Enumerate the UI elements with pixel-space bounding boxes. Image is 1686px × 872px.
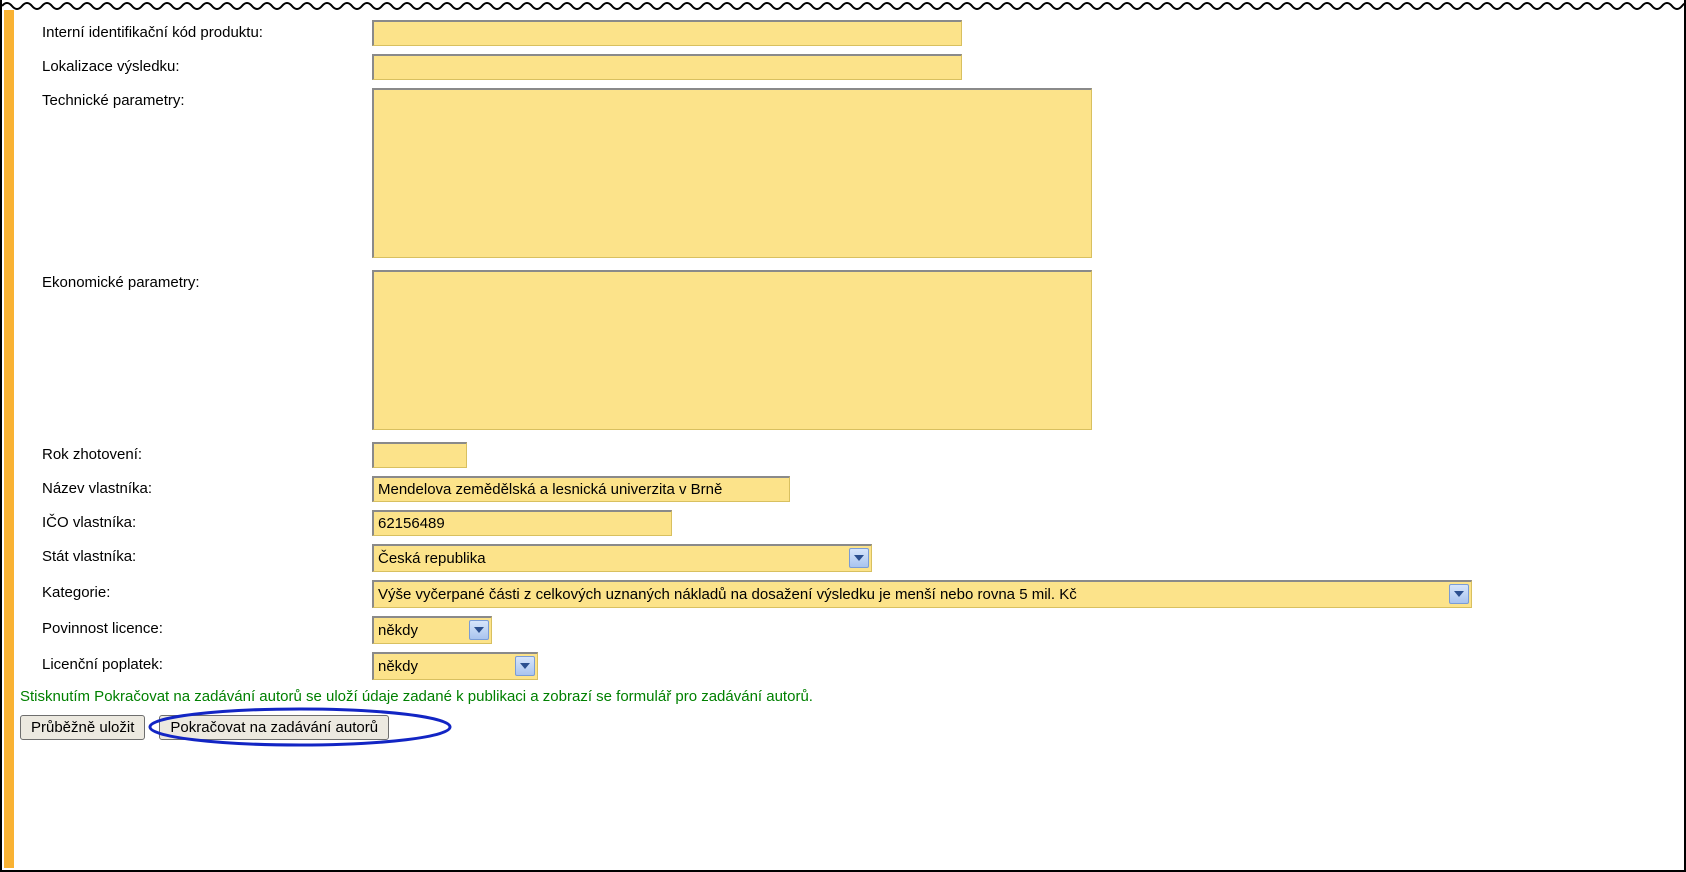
license-fee-label: Licenční poplatek: xyxy=(42,652,372,673)
owner-state-value: Česká republika xyxy=(372,544,872,572)
year-label: Rok zhotovení: xyxy=(42,442,372,463)
owner-name-input[interactable] xyxy=(372,476,790,502)
hint-text: Stisknutím Pokračovat na zadávání autorů… xyxy=(20,688,1664,705)
save-button[interactable]: Průběžně uložit xyxy=(20,715,145,740)
internal-code-label: Interní identifikační kód produktu: xyxy=(42,20,372,41)
license-duty-select[interactable]: někdy xyxy=(372,616,492,644)
license-duty-label: Povinnost licence: xyxy=(42,616,372,637)
continue-authors-button[interactable]: Pokračovat na zadávání autorů xyxy=(159,715,389,740)
license-duty-value: někdy xyxy=(372,616,492,644)
localization-label: Lokalizace výsledku: xyxy=(42,54,372,75)
form-panel: Interní identifikační kód produktu: Loka… xyxy=(0,0,1686,872)
year-input[interactable] xyxy=(372,442,467,468)
category-label: Kategorie: xyxy=(42,580,372,601)
license-fee-select[interactable]: někdy xyxy=(372,652,538,680)
category-select[interactable]: Výše vyčerpané části z celkových uznanýc… xyxy=(372,580,1472,608)
owner-ico-input[interactable] xyxy=(372,510,672,536)
tech-params-label: Technické parametry: xyxy=(42,88,372,109)
internal-code-input[interactable] xyxy=(372,20,962,46)
econ-params-label: Ekonomické parametry: xyxy=(42,270,372,291)
localization-input[interactable] xyxy=(372,54,962,80)
econ-params-textarea[interactable] xyxy=(372,270,1092,430)
owner-ico-label: IČO vlastníka: xyxy=(42,510,372,531)
left-accent-stripe xyxy=(4,10,14,868)
owner-name-label: Název vlastníka: xyxy=(42,476,372,497)
owner-state-label: Stát vlastníka: xyxy=(42,544,372,565)
license-fee-value: někdy xyxy=(372,652,538,680)
tech-params-textarea[interactable] xyxy=(372,88,1092,258)
owner-state-select[interactable]: Česká republika xyxy=(372,544,872,572)
category-value: Výše vyčerpané části z celkových uznanýc… xyxy=(372,580,1472,608)
